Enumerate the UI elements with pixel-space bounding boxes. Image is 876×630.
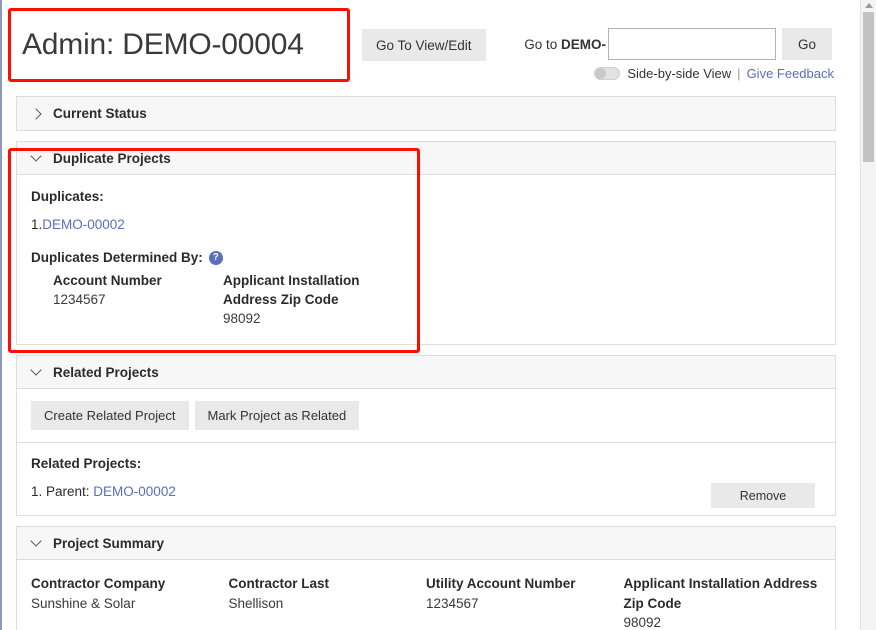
go-to-view-edit-button[interactable]: Go To View/Edit [362,29,486,61]
scrollbar-thumb[interactable] [863,12,874,162]
header-separator: | [737,66,741,81]
project-summary-field-name: Utility Account Number [426,576,576,592]
side-by-side-view-label: Side-by-side View [627,66,732,81]
project-summary-grid: Contractor Company Sunshine & Solar Cont… [17,560,835,630]
panel-related-projects-header[interactable]: Related Projects [17,356,835,390]
panel-related-projects: Related Projects Create Related Project … [16,355,836,517]
duplicate-criterion-name: Account Number [53,273,162,288]
chevron-down-icon [31,537,43,549]
panel-current-status: Current Status [16,96,836,131]
project-summary-field: Utility Account Number 1234567 [426,574,624,630]
goto-demo-label-bold: DEMO- [561,36,606,52]
page-content: Admin: DEMO-00004 Go To View/Edit Go to … [0,0,860,630]
chevron-down-icon [31,366,43,378]
remove-related-project-button[interactable]: Remove [711,483,815,509]
duplicate-criterion-name: Applicant Installation Address Zip Code [223,273,360,308]
panel-duplicate-projects-title: Duplicate Projects [53,150,171,166]
project-summary-field: Applicant Installation Address Zip Code … [624,574,822,630]
duplicate-criterion-value: 98092 [223,311,261,327]
project-summary-field: Contractor Last Shellison [229,574,427,630]
go-button[interactable]: Go [782,28,832,60]
related-project-prefix: 1. Parent: [31,484,94,500]
duplicate-criterion: Account Number 1234567 [53,271,223,328]
scroll-up-arrow-icon[interactable] [865,3,873,8]
project-summary-field-value: Sunshine & Solar [31,595,136,611]
duplicate-index: 1. [31,217,43,232]
related-project-row: 1. Parent: DEMO-00002 [31,484,821,499]
panel-related-projects-title: Related Projects [53,364,159,380]
help-circle-icon[interactable]: ? [208,250,223,265]
duplicate-project-link[interactable]: DEMO-00002 [42,217,125,232]
page-title: Admin: DEMO-00004 [22,28,304,61]
duplicate-criterion: Applicant Installation Address Zip Code … [223,271,393,328]
duplicate-criteria-grid: Account Number 1234567 Applicant Install… [31,271,817,328]
panel-project-summary-header[interactable]: Project Summary [17,527,835,561]
duplicate-criterion-value: 1234567 [53,292,106,308]
duplicate-list-item: 1.DEMO-00002 [31,217,817,232]
duplicates-determined-by-row: Duplicates Determined By: ? [31,250,817,265]
duplicates-determined-by-label: Duplicates Determined By: [31,250,203,265]
project-summary-field-value: 98092 [623,614,662,630]
side-by-side-view-toggle[interactable] [594,67,621,80]
mark-project-as-related-button[interactable]: Mark Project as Related [194,401,360,431]
panel-project-summary-title: Project Summary [53,535,165,551]
panel-current-status-title: Current Status [53,106,147,121]
header-utilities: Side-by-side View | Give Feedback [594,66,834,81]
related-projects-actions: Create Related Project Mark Project as R… [17,389,835,444]
panel-duplicate-projects: Duplicate Projects Duplicates: 1.DEMO-00… [16,141,836,346]
project-summary-field-value: Shellison [228,595,284,611]
toggle-knob [595,68,607,79]
project-summary-field-value: 1234567 [426,595,479,611]
chevron-right-icon [31,108,43,120]
goto-demo-input[interactable] [608,28,776,60]
chevron-down-icon [31,152,43,164]
project-summary-field-name: Applicant Installation Address Zip Code [623,576,818,611]
related-project-link[interactable]: DEMO-00002 [93,484,176,499]
project-summary-field-name: Contractor Last [228,576,330,592]
project-summary-field-name: Contractor Company [31,576,166,592]
related-projects-body: Related Projects: 1. Parent: DEMO-00002 … [17,443,835,515]
panel-current-status-header[interactable]: Current Status [17,97,835,130]
page-title-highlight-box: Admin: DEMO-00004 [8,8,350,82]
goto-demo-label: Go to DEMO- [524,37,606,52]
panel-project-summary: Project Summary Contractor Company Sunsh… [16,526,836,630]
panel-duplicate-projects-header[interactable]: Duplicate Projects [17,142,835,175]
panel-duplicate-projects-body: Duplicates: 1.DEMO-00002 Duplicates Dete… [17,175,835,344]
project-summary-field: Contractor Company Sunshine & Solar [31,574,229,630]
duplicates-label: Duplicates: [31,189,104,204]
give-feedback-link[interactable]: Give Feedback [747,66,834,81]
goto-demo-group: Go to DEMO- Go [524,28,832,60]
related-projects-list-label: Related Projects: [31,456,142,472]
page-header: Admin: DEMO-00004 Go To View/Edit Go to … [0,0,860,96]
app-page: Admin: DEMO-00004 Go To View/Edit Go to … [0,0,876,630]
vertical-scrollbar[interactable] [860,0,876,630]
create-related-project-button[interactable]: Create Related Project [31,401,189,431]
goto-demo-label-prefix: Go to [524,36,561,52]
